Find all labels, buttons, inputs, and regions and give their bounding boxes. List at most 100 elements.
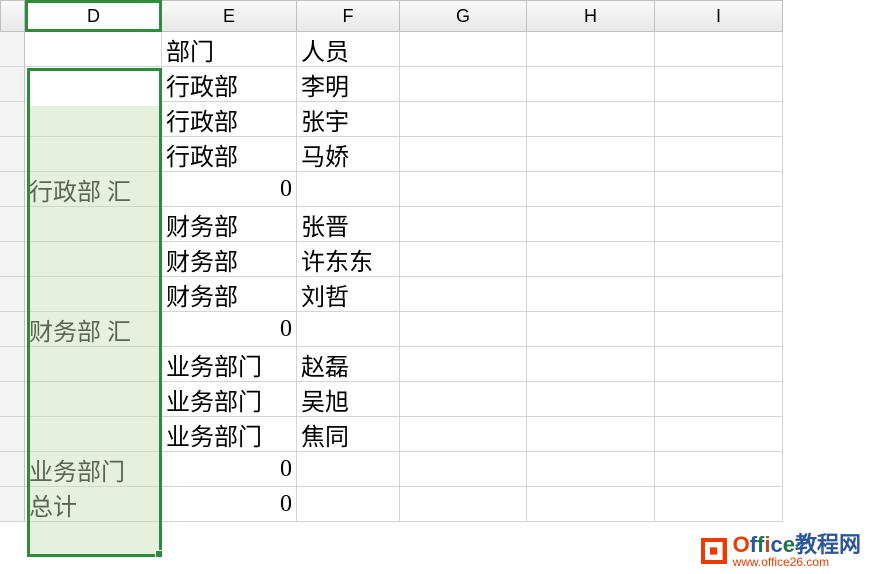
cell-D[interactable]: 行政部 汇: [25, 172, 162, 207]
cell-F[interactable]: [297, 312, 400, 347]
cell-G[interactable]: [400, 277, 527, 312]
col-header-H[interactable]: H: [527, 0, 655, 32]
cell-D[interactable]: [25, 242, 162, 277]
cell-F[interactable]: 马娇: [297, 137, 400, 172]
cell-G[interactable]: [400, 312, 527, 347]
cell-I[interactable]: [655, 382, 783, 417]
cell-F[interactable]: 刘哲: [297, 277, 400, 312]
cell-F[interactable]: 吴旭: [297, 382, 400, 417]
cell-D[interactable]: [25, 67, 162, 102]
col-header-G[interactable]: G: [400, 0, 527, 32]
cell-F[interactable]: 许东东: [297, 242, 400, 277]
cell-I[interactable]: [655, 32, 783, 67]
cell-H[interactable]: [527, 102, 655, 137]
cell-G[interactable]: [400, 347, 527, 382]
cell-D[interactable]: [25, 137, 162, 172]
col-header-E[interactable]: E: [162, 0, 297, 32]
cell-I[interactable]: [655, 277, 783, 312]
cell-H[interactable]: [527, 277, 655, 312]
row-stub[interactable]: [0, 207, 25, 242]
cell-E[interactable]: 财务部: [162, 242, 297, 277]
cell-E[interactable]: 业务部门: [162, 347, 297, 382]
cell-E[interactable]: 0: [162, 312, 297, 347]
cell-H[interactable]: [527, 207, 655, 242]
cell-D[interactable]: [25, 277, 162, 312]
cell-F[interactable]: 李明: [297, 67, 400, 102]
cell-F[interactable]: [297, 487, 400, 522]
cell-G[interactable]: [400, 382, 527, 417]
cell-H[interactable]: [527, 67, 655, 102]
cell-E[interactable]: 0: [162, 172, 297, 207]
cell-I[interactable]: [655, 207, 783, 242]
cell-H[interactable]: [527, 242, 655, 277]
cell-E[interactable]: 0: [162, 487, 297, 522]
cell-F[interactable]: [297, 452, 400, 487]
cell-E[interactable]: 行政部: [162, 67, 297, 102]
cell-I[interactable]: [655, 487, 783, 522]
cell-E[interactable]: 业务部门: [162, 382, 297, 417]
cell-E[interactable]: 部门: [162, 32, 297, 67]
row-stub[interactable]: [0, 277, 25, 312]
cell-E[interactable]: 0: [162, 452, 297, 487]
row-stub[interactable]: [0, 67, 25, 102]
cell-F[interactable]: [297, 172, 400, 207]
cell-G[interactable]: [400, 172, 527, 207]
cell-E[interactable]: 财务部: [162, 207, 297, 242]
row-stub[interactable]: [0, 487, 25, 522]
cell-I[interactable]: [655, 417, 783, 452]
fill-handle[interactable]: [155, 550, 163, 558]
cell-I[interactable]: [655, 137, 783, 172]
col-header-stub[interactable]: [0, 0, 25, 32]
row-stub[interactable]: [0, 347, 25, 382]
cell-I[interactable]: [655, 172, 783, 207]
col-header-D[interactable]: D: [25, 0, 162, 32]
cell-E[interactable]: 行政部: [162, 137, 297, 172]
cell-F[interactable]: 赵磊: [297, 347, 400, 382]
cell-G[interactable]: [400, 452, 527, 487]
cell-G[interactable]: [400, 242, 527, 277]
cell-D[interactable]: [25, 102, 162, 137]
cell-F[interactable]: 人员: [297, 32, 400, 67]
cell-I[interactable]: [655, 102, 783, 137]
col-header-F[interactable]: F: [297, 0, 400, 32]
cell-G[interactable]: [400, 137, 527, 172]
row-stub[interactable]: [0, 137, 25, 172]
cell-F[interactable]: 张晋: [297, 207, 400, 242]
row-stub[interactable]: [0, 172, 25, 207]
cell-I[interactable]: [655, 67, 783, 102]
cell-H[interactable]: [527, 417, 655, 452]
cell-E[interactable]: 业务部门: [162, 417, 297, 452]
cell-D[interactable]: [25, 347, 162, 382]
cell-D[interactable]: 业务部门: [25, 452, 162, 487]
cell-I[interactable]: [655, 452, 783, 487]
cell-I[interactable]: [655, 312, 783, 347]
cell-G[interactable]: [400, 207, 527, 242]
row-stub[interactable]: [0, 32, 25, 67]
row-stub[interactable]: [0, 242, 25, 277]
row-stub[interactable]: [0, 102, 25, 137]
cell-H[interactable]: [527, 32, 655, 67]
cell-I[interactable]: [655, 347, 783, 382]
cell-H[interactable]: [527, 382, 655, 417]
row-stub[interactable]: [0, 382, 25, 417]
cell-D[interactable]: [25, 32, 162, 67]
cell-H[interactable]: [527, 312, 655, 347]
cell-G[interactable]: [400, 417, 527, 452]
cell-D[interactable]: [25, 207, 162, 242]
spreadsheet-grid[interactable]: 部门人员行政部李明行政部张宇行政部马娇行政部 汇0财务部张晋财务部许东东财务部刘…: [0, 32, 869, 522]
cell-F[interactable]: 张宇: [297, 102, 400, 137]
cell-H[interactable]: [527, 452, 655, 487]
cell-E[interactable]: 财务部: [162, 277, 297, 312]
col-header-I[interactable]: I: [655, 0, 783, 32]
cell-D[interactable]: 财务部 汇: [25, 312, 162, 347]
cell-D[interactable]: 总计: [25, 487, 162, 522]
cell-G[interactable]: [400, 32, 527, 67]
cell-G[interactable]: [400, 102, 527, 137]
cell-H[interactable]: [527, 172, 655, 207]
cell-G[interactable]: [400, 487, 527, 522]
cell-I[interactable]: [655, 242, 783, 277]
cell-H[interactable]: [527, 487, 655, 522]
row-stub[interactable]: [0, 452, 25, 487]
cell-D[interactable]: [25, 417, 162, 452]
cell-G[interactable]: [400, 67, 527, 102]
